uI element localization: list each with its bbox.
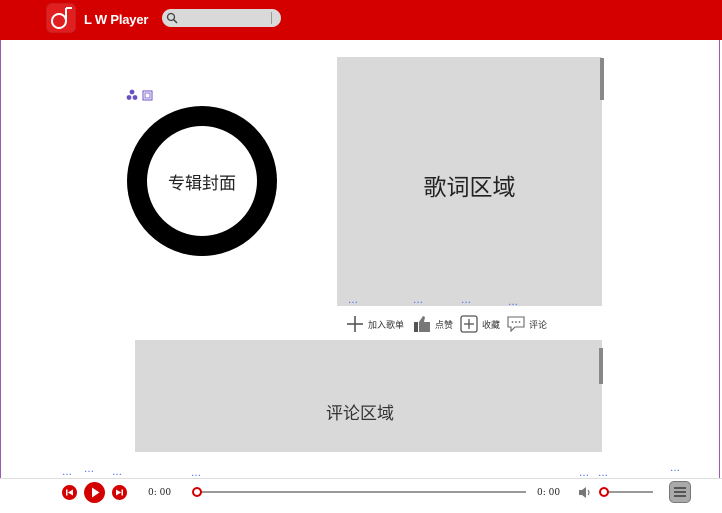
annotation-dots: … [84,464,95,475]
skip-back-icon[interactable] [62,485,77,500]
skip-forward-icon[interactable] [112,485,127,500]
add-to-playlist-label: 加入歌单 [368,320,405,331]
annotation-dots: … [670,463,681,474]
thumbs-up-icon [414,316,430,332]
bookmark-plus-icon [460,315,478,333]
top-header: L W Player [0,0,722,40]
favorite-button[interactable]: 收藏 [460,314,500,334]
comment-icon [507,316,525,333]
album-cover[interactable]: 专辑封面 [127,106,277,256]
annotation-dots: … [112,467,123,478]
lyrics-scrollbar[interactable] [600,58,604,100]
like-button[interactable]: 点赞 [413,314,453,334]
comment-button[interactable]: 评论 [507,314,547,334]
comments-label: 评论区域 [326,404,394,424]
progress-track[interactable] [196,491,526,493]
annotation-dots: … [413,295,424,306]
annotation-dots: … [62,467,73,478]
play-icon[interactable] [84,482,105,503]
volume-track[interactable] [605,491,653,493]
cluster-icon [126,89,153,101]
like-label: 点赞 [435,320,454,331]
favorite-label: 收藏 [482,320,501,331]
total-time: 0: 00 [537,488,561,498]
music-note-icon[interactable] [46,3,76,33]
search-input[interactable] [182,10,268,26]
comment-label: 评论 [529,320,548,331]
speaker-icon[interactable] [578,485,593,500]
volume-handle[interactable] [599,487,609,497]
annotation-dots: … [348,295,359,306]
album-cover-label: 专辑封面 [168,173,236,194]
comments-scrollbar[interactable] [599,348,603,384]
menu-icon[interactable] [669,481,691,503]
player-bar [0,478,722,513]
search-icon [166,12,178,24]
current-time: 0: 00 [148,488,172,498]
search-divider [271,12,272,24]
annotation-dots: … [508,297,519,308]
comments-panel[interactable] [135,340,602,452]
annotation-dots: … [461,295,472,306]
progress-handle[interactable] [192,487,202,497]
add-to-playlist-button[interactable]: 加入歌单 [346,314,404,334]
search-box[interactable] [162,9,281,27]
lyrics-label: 歌词区域 [423,175,516,201]
plus-icon [347,316,363,332]
app-title: L W Player [84,12,149,27]
